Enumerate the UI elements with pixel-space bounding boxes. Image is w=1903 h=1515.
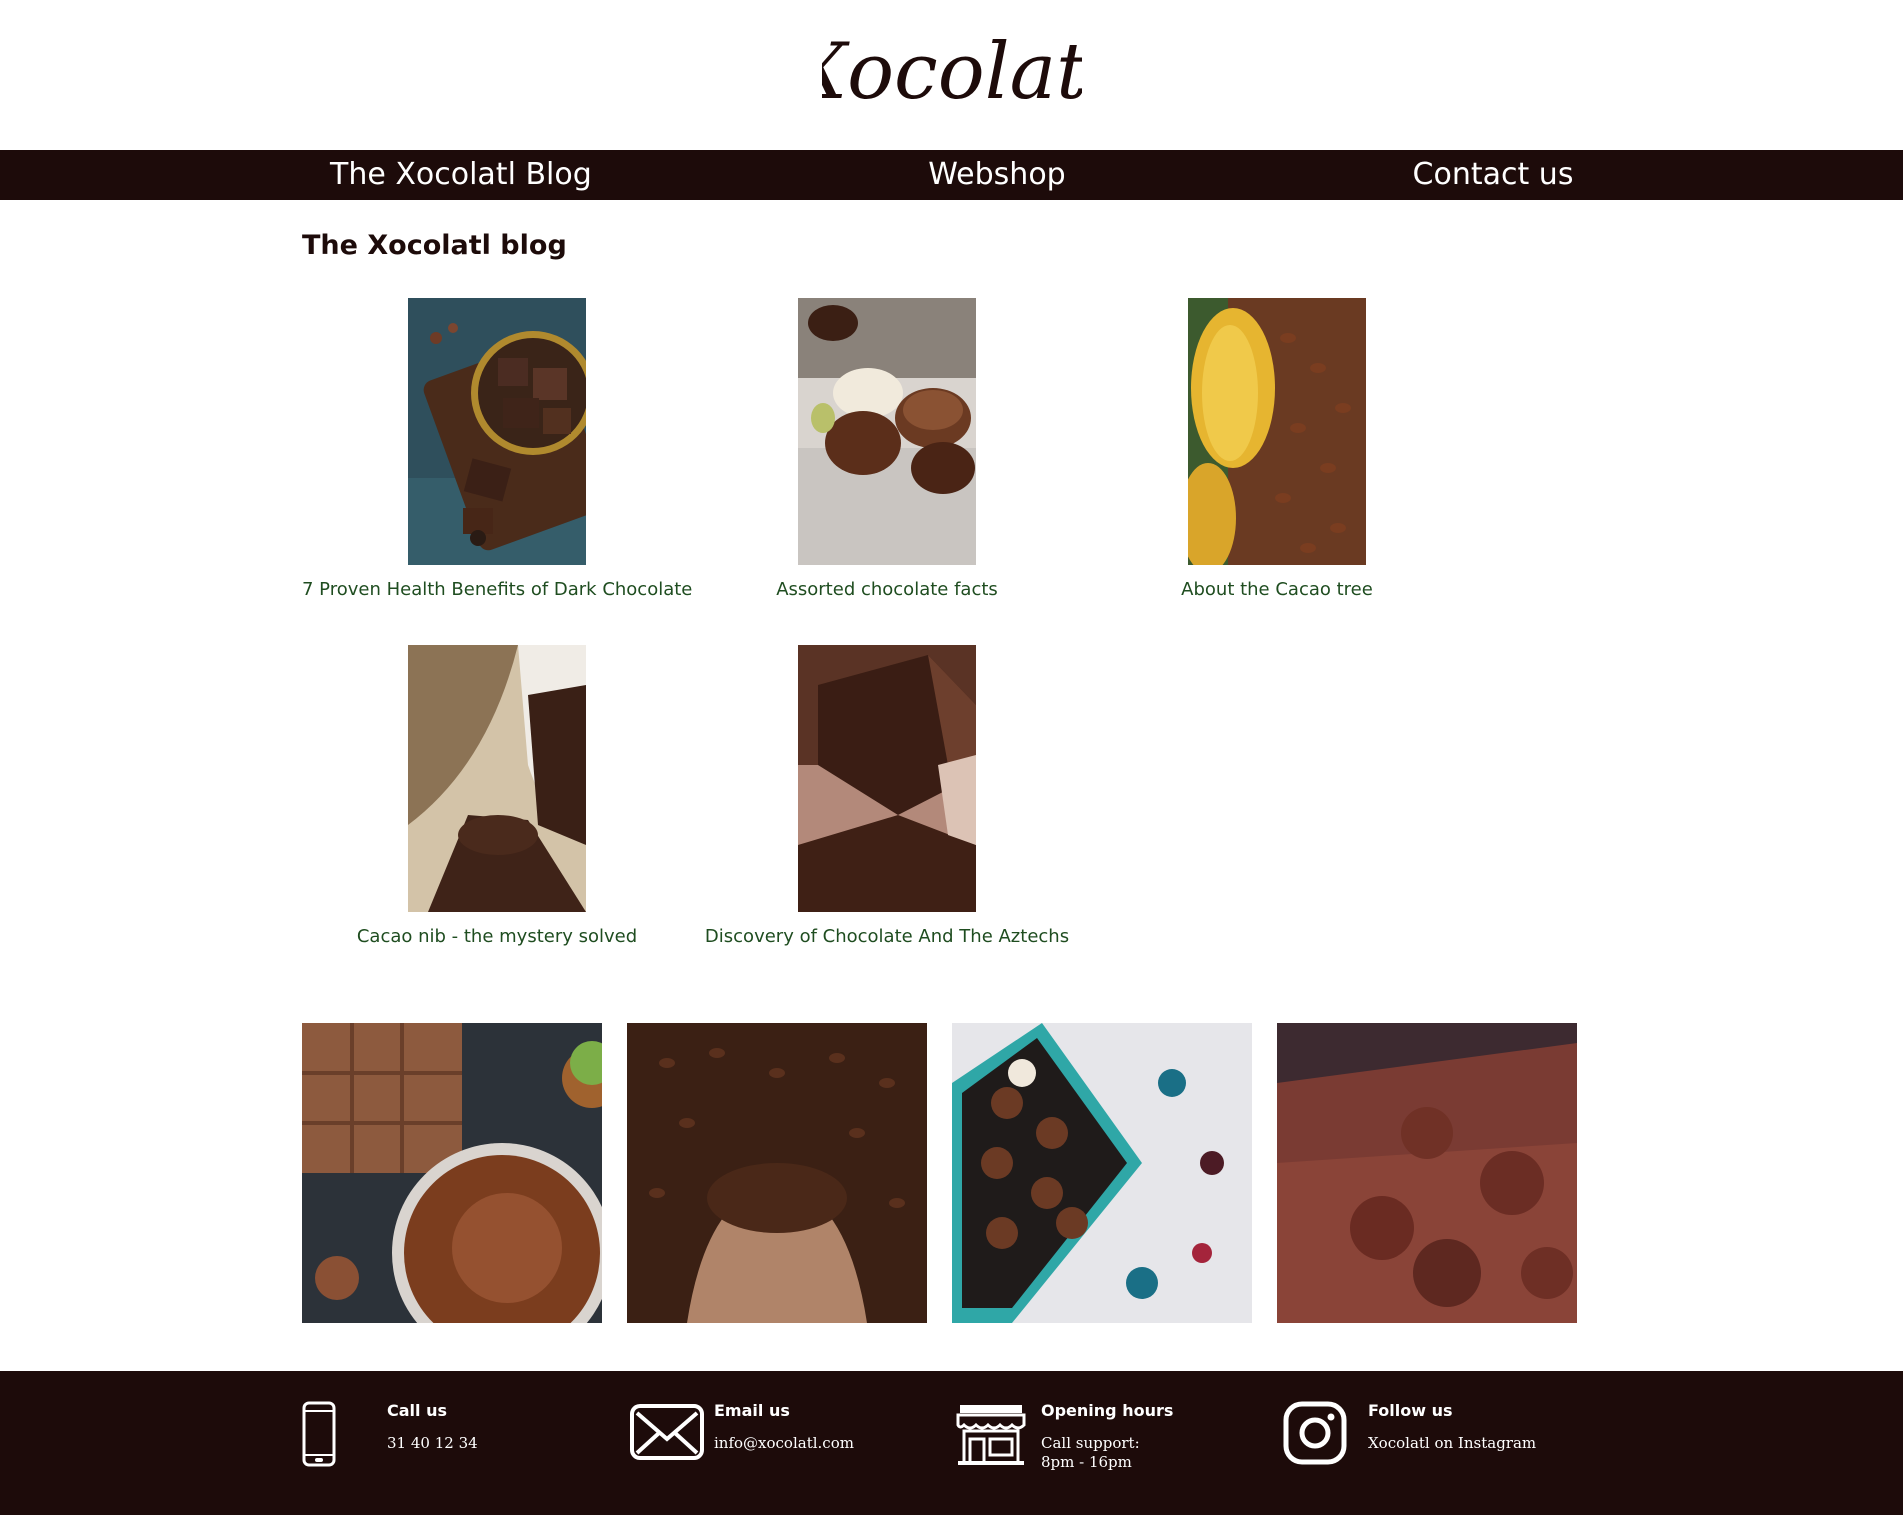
nav-blog[interactable]: The Xocolatl Blog xyxy=(330,150,592,200)
blog-thumbnail-cacao-tree[interactable] xyxy=(1188,298,1366,565)
blog-thumbnail-cacao-nib[interactable] xyxy=(408,645,586,912)
blog-post-card[interactable]: 7 Proven Health Benefits of Dark Chocola… xyxy=(302,298,692,600)
envelope-icon[interactable] xyxy=(629,1403,705,1461)
instagram-icon[interactable] xyxy=(1283,1401,1347,1465)
footer-hours-line2: 8pm - 16pm xyxy=(1041,1453,1132,1471)
logo-wordmark: Xocolatl xyxy=(822,27,1082,117)
gallery-image-cacao-hands[interactable] xyxy=(627,1023,927,1323)
main-nav: The Xocolatl Blog Webshop Contact us xyxy=(0,150,1903,200)
nav-contact[interactable]: Contact us xyxy=(1410,150,1576,200)
footer-call-title: Call us xyxy=(387,1401,447,1420)
nav-webshop[interactable]: Webshop xyxy=(920,150,1074,200)
blog-post-card[interactable]: Discovery of Chocolate And The Aztechs xyxy=(692,645,1082,947)
blog-thumbnail-dark-chocolate[interactable] xyxy=(408,298,586,565)
footer-email-address[interactable]: info@xocolatl.com xyxy=(714,1434,854,1453)
gallery-image-chocolate-spread[interactable] xyxy=(302,1023,602,1323)
logo-text: Xocolatl xyxy=(822,27,1082,117)
blog-post-title[interactable]: Cacao nib - the mystery solved xyxy=(302,926,692,947)
blog-post-title[interactable]: 7 Proven Health Benefits of Dark Chocola… xyxy=(302,579,692,600)
blog-post-title[interactable]: Discovery of Chocolate And The Aztechs xyxy=(692,926,1082,947)
blog-post-title[interactable]: About the Cacao tree xyxy=(1082,579,1472,600)
footer-email-title: Email us xyxy=(714,1401,790,1420)
blog-post-card[interactable]: Assorted chocolate facts xyxy=(692,298,1082,600)
page-title: The Xocolatl blog xyxy=(302,230,567,261)
phone-icon[interactable] xyxy=(302,1401,336,1467)
blog-thumbnail-assorted-chocolates[interactable] xyxy=(798,298,976,565)
footer-follow-title: Follow us xyxy=(1368,1401,1453,1420)
site-logo[interactable]: Xocolatl xyxy=(0,0,1903,150)
footer-hours-title: Opening hours xyxy=(1041,1401,1174,1420)
blog-post-title[interactable]: Assorted chocolate facts xyxy=(692,579,1082,600)
footer-phone-number[interactable]: 31 40 12 34 xyxy=(387,1434,478,1453)
blog-thumbnail-discovery-aztechs[interactable] xyxy=(798,645,976,912)
footer-instagram-link[interactable]: Xocolatl on Instagram xyxy=(1368,1434,1536,1453)
blog-post-card[interactable]: About the Cacao tree xyxy=(1082,298,1472,600)
blog-post-card[interactable]: Cacao nib - the mystery solved xyxy=(302,645,692,947)
shop-icon xyxy=(956,1405,1026,1465)
gallery-image-truffles[interactable] xyxy=(1277,1023,1577,1323)
site-footer: Call us 31 40 12 34 Email us info@xocola… xyxy=(0,1371,1903,1515)
gallery-image-praline-box[interactable] xyxy=(952,1023,1252,1323)
footer-hours-line1: Call support: xyxy=(1041,1434,1140,1452)
